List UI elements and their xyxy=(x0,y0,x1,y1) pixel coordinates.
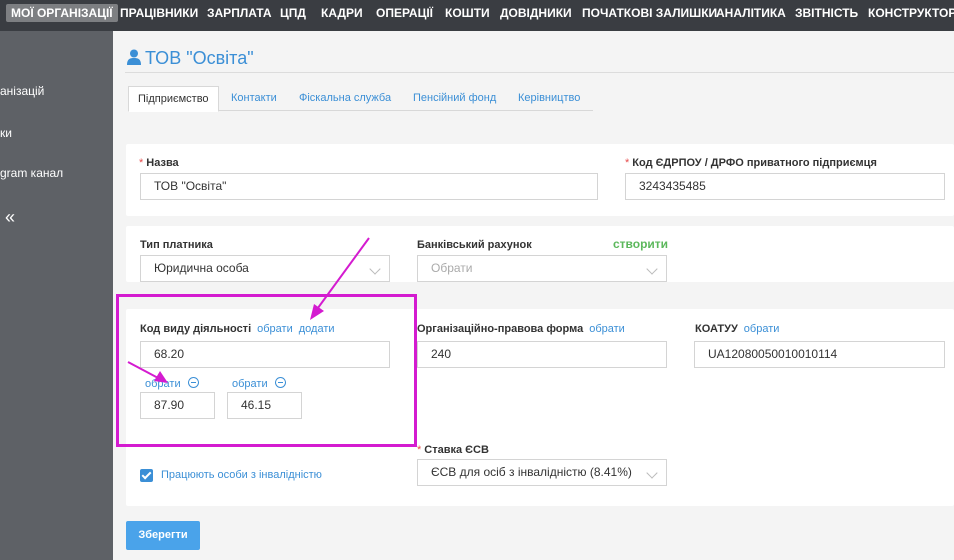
nav-cpd[interactable]: ЦПД xyxy=(280,0,306,31)
nav-hr[interactable]: КАДРИ xyxy=(321,0,363,31)
koatuu-label: КОАТУУ обрати xyxy=(695,323,780,335)
disabled-workers-label[interactable]: Працюють особи з інвалідністю xyxy=(161,469,322,481)
chevron-down-icon xyxy=(646,263,658,275)
nav-initial-balances[interactable]: ПОЧАТКОВІ ЗАЛИШКИ xyxy=(582,0,717,31)
esv-label: * Ставка ЄСВ xyxy=(417,444,489,456)
bank-label: Банківський рахунок xyxy=(417,239,532,251)
nav-reporting[interactable]: ЗВІТНІСТЬ xyxy=(795,0,858,31)
tab-pension-fund[interactable]: Пенсійний фонд xyxy=(413,86,496,111)
nav-analytics[interactable]: АНАЛІТИКА xyxy=(716,0,786,31)
tab-enterprise[interactable]: Підприємство xyxy=(128,86,219,112)
title-divider xyxy=(125,72,954,73)
nav-funds[interactable]: КОШТИ xyxy=(445,0,490,31)
sidebar-item-organizations[interactable]: анізацій xyxy=(0,84,44,98)
name-label: * Назва xyxy=(139,157,179,169)
save-button[interactable]: Зберегти xyxy=(126,521,200,550)
page-title: ТОВ "Освіта" xyxy=(127,48,254,69)
tab-bar: Підприємство Контакти Фіскальна служба П… xyxy=(128,86,593,112)
top-navigation: МОЇ ОРГАНІЗАЦІЇ ПРАЦІВНИКИ ЗАРПЛАТА ЦПД … xyxy=(0,0,954,31)
nav-my-organizations[interactable]: МОЇ ОРГАНІЗАЦІЇ xyxy=(6,4,118,22)
koatuu-choose-link[interactable]: обрати xyxy=(744,323,780,335)
org-form-label: Організаційно-правова форма обрати xyxy=(417,323,625,335)
bank-create-link[interactable]: створити xyxy=(613,237,668,251)
bank-select[interactable]: Обрати xyxy=(417,255,667,282)
org-form-choose-link[interactable]: обрати xyxy=(589,323,625,335)
nav-constructor[interactable]: КОНСТРУКТОР Г xyxy=(868,0,954,31)
koatuu-input[interactable]: UA12080050010010114 xyxy=(694,341,945,368)
sidebar-item-help[interactable]: ки xyxy=(0,126,12,140)
tab-contacts[interactable]: Контакти xyxy=(231,86,277,111)
nav-salary[interactable]: ЗАРПЛАТА xyxy=(207,0,272,31)
sidebar-item-telegram[interactable]: gram канал xyxy=(0,166,63,180)
collapse-sidebar-icon[interactable]: « xyxy=(5,207,15,228)
sidebar: анізацій ки gram канал « xyxy=(0,31,113,560)
nav-operations[interactable]: ОПЕРАЦІЇ xyxy=(376,0,433,31)
name-input[interactable]: ТОВ "Освіта" xyxy=(140,173,598,200)
nav-directories[interactable]: ДОВІДНИКИ xyxy=(500,0,572,31)
user-icon xyxy=(127,49,141,65)
esv-select[interactable]: ЄСВ для осіб з інвалідністю (8.41%) xyxy=(417,459,667,486)
org-form-input[interactable]: 240 xyxy=(417,341,667,368)
annotation-arrows xyxy=(127,237,370,383)
chevron-down-icon xyxy=(646,467,658,479)
tab-management[interactable]: Керівництво xyxy=(518,86,580,111)
bank-placeholder: Обрати xyxy=(431,261,473,275)
tab-fiscal-service[interactable]: Фіскальна служба xyxy=(299,86,391,111)
disabled-workers-checkbox[interactable] xyxy=(140,469,153,482)
esv-value: ЄСВ для осіб з інвалідністю (8.41%) xyxy=(431,465,632,479)
code-label: * Код ЄДРПОУ / ДРФО приватного підприємця xyxy=(625,157,877,169)
page-title-text: ТОВ "Освіта" xyxy=(145,48,254,68)
code-input[interactable]: 3243435485 xyxy=(625,173,945,200)
nav-employees[interactable]: ПРАЦІВНИКИ xyxy=(120,0,198,31)
